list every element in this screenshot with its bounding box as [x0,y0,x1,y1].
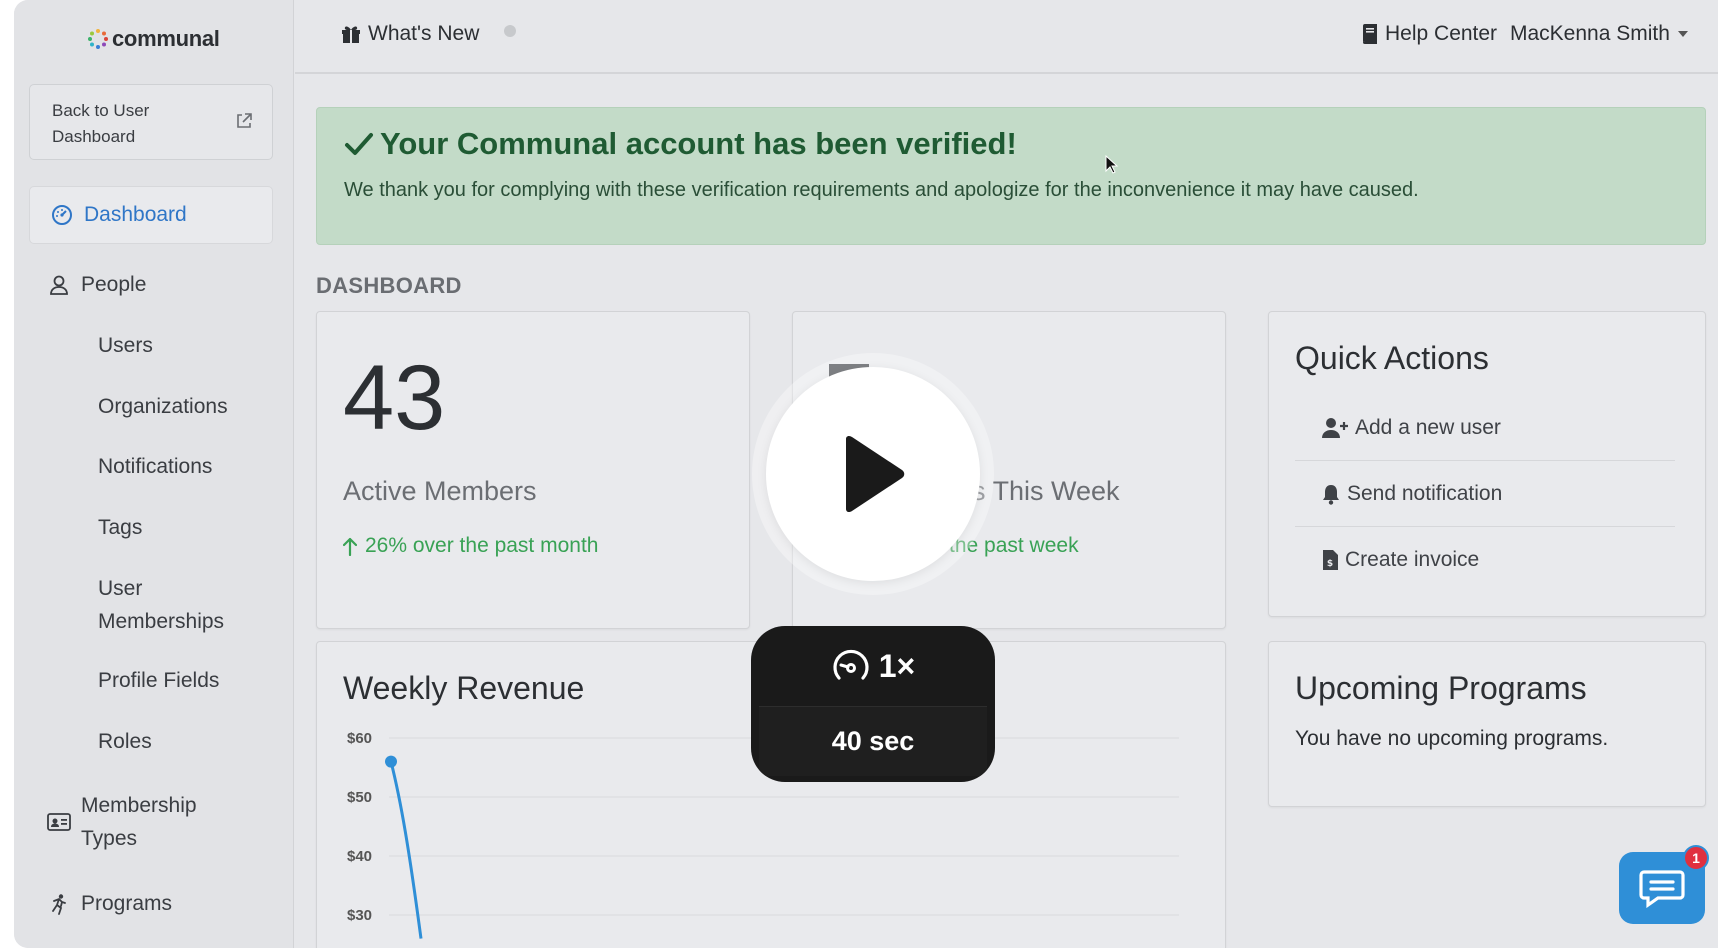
upcoming-programs-card: Upcoming Programs You have no upcoming p… [1268,641,1706,807]
mouse-cursor-icon [1105,155,1119,174]
active-members-card: 43 Active Members 26% over the past mont… [316,311,750,629]
sidebar-item-label: Membership Types [81,794,197,850]
send-notification-action[interactable]: Send notification [1295,461,1675,527]
sidebar-item-membership-types[interactable]: Membership Types [29,789,273,855]
playback-speed-toggle[interactable]: 1× [751,626,995,706]
active-members-label: Active Members [343,476,537,506]
gift-icon [342,26,360,43]
sidebar-item-notifications[interactable]: Notifications [29,447,273,487]
verification-success-alert: Your Communal account has been verified!… [316,107,1706,245]
alert-title: Your Communal account has been verified! [344,126,1017,162]
book-icon [1363,24,1377,45]
sidebar-item-label: Users [98,334,153,357]
create-invoice-action[interactable]: $ Create invoice [1295,527,1675,593]
bell-icon [1323,484,1339,505]
y-tick-label: $40 [347,848,372,865]
sidebar-item-tags[interactable]: Tags [29,508,273,548]
y-tick-label: $50 [347,789,372,806]
trend-text: 26% over the past month [365,534,599,557]
sidebar-item-user-memberships[interactable]: User Memberships [29,572,229,638]
logo-text: communal [112,26,220,51]
checkmark-icon [345,133,373,155]
add-new-user-action[interactable]: Add a new user [1295,395,1675,461]
quick-actions-list: Add a new user Send notification $ Creat… [1269,395,1707,605]
whats-new-link[interactable]: What's New [340,22,479,46]
sidebar-item-label: People [81,273,147,296]
sidebar-item-profile-fields[interactable]: Profile Fields [29,661,273,701]
sidebar-item-label: Dashboard [84,203,187,226]
sidebar-item-label: Roles [98,730,152,753]
quick-actions-title: Quick Actions [1295,340,1489,376]
svg-text:$: $ [1327,559,1333,569]
sidebar-item-organizations[interactable]: Organizations [29,387,273,427]
action-label: Add a new user [1355,415,1501,439]
communal-logo-icon [88,29,108,49]
whats-new-label: What's New [368,22,480,45]
speedometer-icon [833,649,869,680]
playback-speed-label: 1× [878,647,916,684]
running-person-icon [47,892,71,916]
sidebar-item-programs[interactable]: Programs [29,884,273,924]
y-tick-label: $30 [347,907,372,924]
action-label: Send notification [1347,481,1503,505]
top-bar: What's New Help Center MacKenna Smith [295,0,1718,74]
upcoming-programs-title: Upcoming Programs [1295,670,1587,706]
invoice-icon: $ [1323,550,1338,570]
chat-bubble-icon [1639,870,1685,908]
revenue-data-point[interactable] [385,755,397,768]
chat-unread-badge: 1 [1683,845,1709,871]
sidebar-item-label: Profile Fields [98,669,220,692]
back-to-user-dashboard-button[interactable]: Back to User Dashboard [29,84,273,160]
back-button-label: Back to User Dashboard [52,101,150,146]
active-members-count: 43 [343,347,446,449]
help-center-label: Help Center [1385,22,1498,45]
sidebar-item-people[interactable]: People [29,265,273,305]
sidebar-item-users[interactable]: Users [29,326,273,366]
dashboard-gauge-icon [50,203,74,227]
section-heading-dashboard: DASHBOARD [316,273,462,298]
person-icon [47,273,71,297]
user-menu-dropdown[interactable]: MacKenna Smith [1510,22,1688,46]
chevron-down-icon [1677,31,1688,37]
revenue-series-line [389,761,423,939]
alert-title-text: Your Communal account has been verified! [380,126,1017,161]
user-plus-icon [1322,417,1348,438]
sidebar-item-label: Programs [81,892,173,915]
y-tick-label: $60 [347,730,372,747]
sidebar-item-label: Notifications [98,455,213,478]
sidebar-item-roles[interactable]: Roles [29,722,273,762]
sidebar-item-label: Tags [98,516,143,539]
id-card-icon [47,810,71,834]
sidebar-item-label: User Memberships [98,577,225,633]
sidebar: communal Back to User Dashboard Dashboar… [14,0,294,948]
external-link-icon [237,113,252,128]
play-icon [846,435,905,513]
alert-body: We thank you for complying with these ve… [344,179,1419,201]
help-center-link[interactable]: Help Center [1361,22,1497,46]
sidebar-item-label: Organizations [98,395,228,418]
communal-logo[interactable]: communal [87,26,220,52]
quick-actions-card: Quick Actions Add a new user Send notifi… [1268,311,1706,617]
video-duration: 40 sec [759,706,987,776]
active-members-trend: 26% over the past month [343,534,598,558]
unread-indicator-dot [504,25,516,37]
playback-control-pill: 1× 40 sec [751,626,995,782]
action-label: Create invoice [1345,548,1480,571]
user-name: MacKenna Smith [1510,22,1670,45]
upcoming-programs-empty-text: You have no upcoming programs. [1295,727,1609,750]
arrow-up-icon [343,537,357,556]
sidebar-item-dashboard[interactable]: Dashboard [29,186,273,244]
play-button[interactable] [766,367,980,581]
